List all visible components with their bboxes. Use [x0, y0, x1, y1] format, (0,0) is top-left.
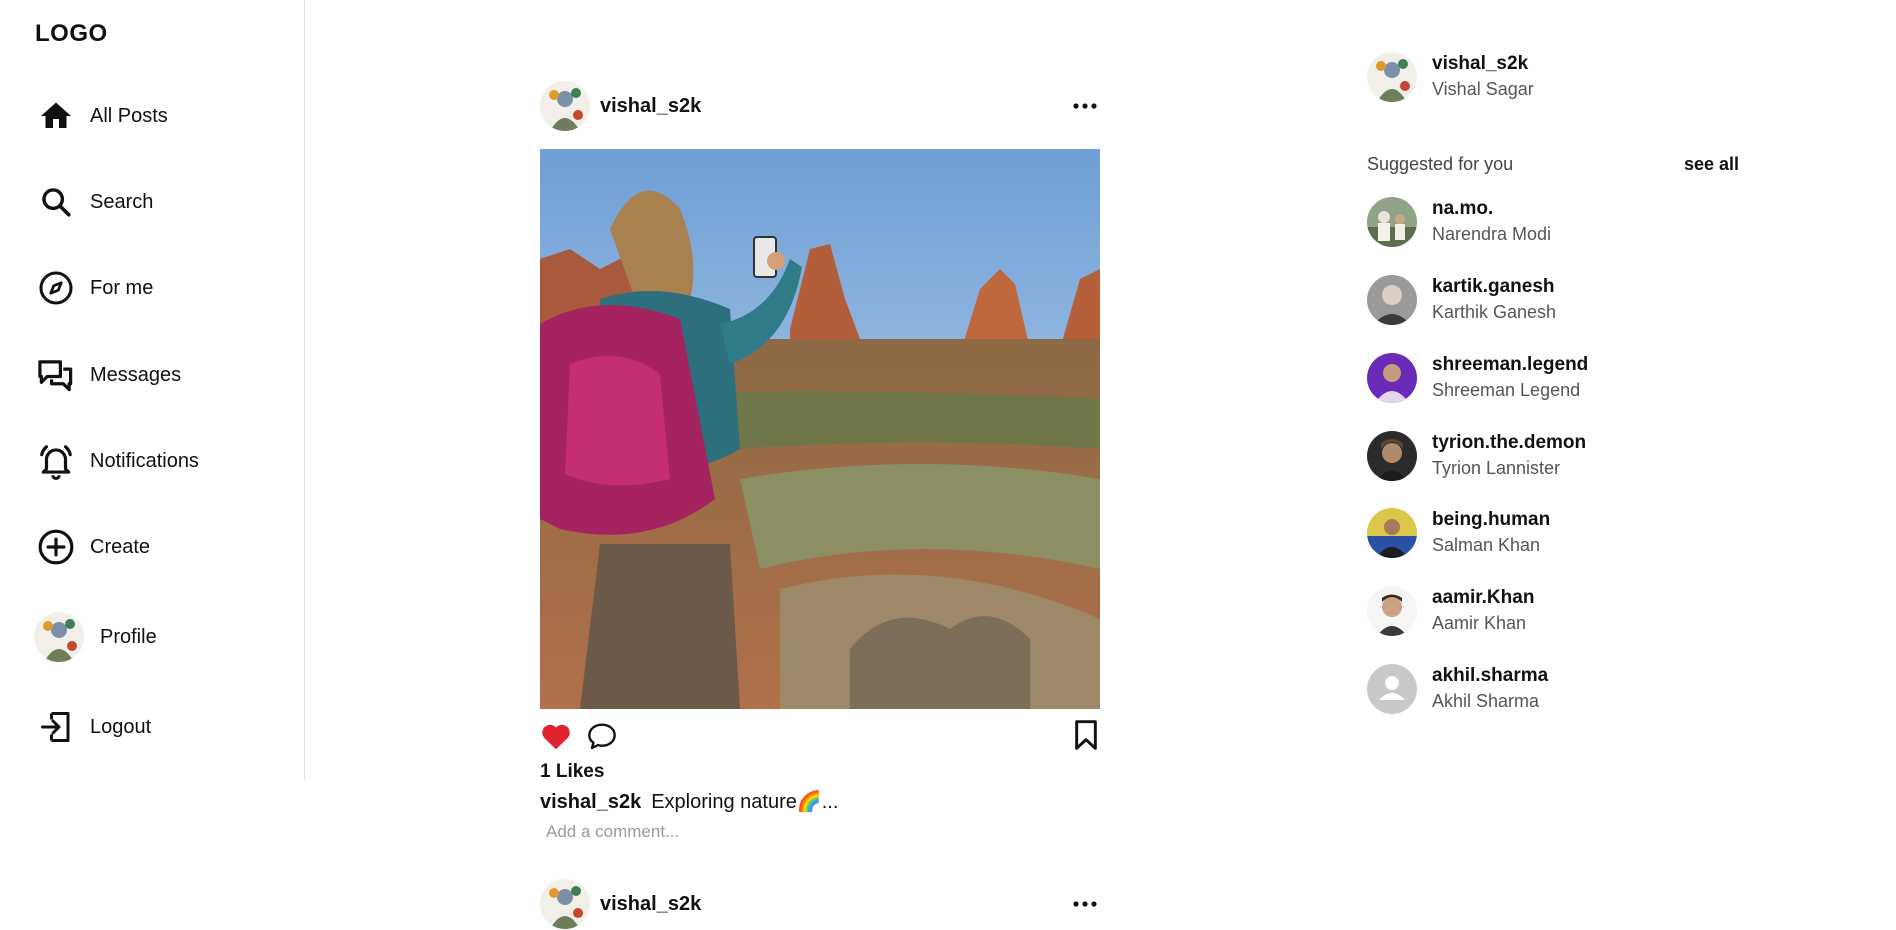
post-card: vishal_s2k — [540, 878, 1100, 930]
suggestion-fullname: Karthik Ganesh — [1432, 302, 1557, 322]
nav-label: Search — [90, 190, 154, 213]
post-actions — [540, 717, 1100, 761]
nav-label: Messages — [90, 363, 182, 386]
messages-icon — [36, 355, 76, 395]
nav-item-for-me[interactable]: For me — [36, 266, 153, 310]
suggestion-fullname: Narendra Modi — [1432, 224, 1552, 244]
nav-item-messages[interactable]: Messages — [36, 353, 181, 397]
bell-icon — [36, 441, 76, 481]
more-icon[interactable] — [1070, 92, 1100, 120]
home-icon — [36, 96, 76, 136]
avatar — [34, 612, 84, 662]
logo[interactable]: LOGO — [35, 20, 108, 48]
current-user[interactable]: vishal_s2k Vishal Sagar — [1367, 52, 1534, 102]
suggestion-item[interactable]: aamir.Khan Aamir Khan — [1367, 586, 1534, 636]
current-fullname: Vishal Sagar — [1432, 79, 1534, 99]
nav-label: All Posts — [90, 104, 168, 127]
avatar — [1367, 52, 1417, 102]
post-caption: vishal_s2k Exploring nature🌈... — [540, 789, 1100, 814]
avatar — [1367, 431, 1417, 481]
suggestion-fullname: Salman Khan — [1432, 535, 1541, 555]
suggestion-fullname: Aamir Khan — [1432, 613, 1527, 633]
heart-icon[interactable] — [540, 721, 572, 756]
suggestion-item[interactable]: na.mo. Narendra Modi — [1367, 197, 1551, 247]
nav-label: Create — [90, 535, 151, 558]
avatar — [1367, 197, 1417, 247]
avatar[interactable] — [540, 879, 590, 929]
avatar[interactable] — [540, 81, 590, 131]
avatar — [1367, 586, 1417, 636]
avatar — [1367, 508, 1417, 558]
nav-label: Profile — [100, 625, 157, 648]
suggestion-username[interactable]: na.mo. — [1432, 197, 1551, 221]
sidebar: LOGO All Posts Search For me Messages No… — [0, 0, 305, 780]
post-card: vishal_s2k — [540, 80, 1100, 842]
post-header: vishal_s2k — [540, 80, 1100, 132]
suggestions-header: Suggested for you see all — [1367, 154, 1739, 175]
nav-label: Logout — [90, 715, 152, 738]
bookmark-icon[interactable] — [1072, 719, 1100, 756]
nav-item-create[interactable]: Create — [36, 525, 150, 569]
compass-icon — [36, 268, 76, 308]
nav-label: For me — [90, 276, 154, 299]
avatar — [1367, 353, 1417, 403]
comment-input[interactable] — [546, 822, 946, 842]
nav-item-search[interactable]: Search — [36, 180, 153, 224]
search-icon — [36, 182, 76, 222]
default-avatar-icon — [1367, 664, 1417, 714]
suggestion-username[interactable]: shreeman.legend — [1432, 353, 1588, 377]
nav-item-profile[interactable]: Profile — [34, 612, 157, 662]
nav-label: Notifications — [90, 449, 199, 472]
nav-item-notifications[interactable]: Notifications — [36, 439, 199, 483]
suggestion-item[interactable]: akhil.sharma Akhil Sharma — [1367, 664, 1548, 714]
post-username[interactable]: vishal_s2k — [600, 893, 701, 916]
nav-item-logout[interactable]: Logout — [36, 705, 151, 749]
suggestion-username[interactable]: tyrion.the.demon — [1432, 431, 1586, 455]
suggestion-item[interactable]: being.human Salman Khan — [1367, 508, 1550, 558]
suggestion-item[interactable]: shreeman.legend Shreeman Legend — [1367, 353, 1588, 403]
suggestion-fullname: Tyrion Lannister — [1432, 458, 1561, 478]
suggestion-username[interactable]: being.human — [1432, 508, 1550, 532]
avatar — [1367, 275, 1417, 325]
post-image[interactable] — [540, 149, 1100, 709]
suggestion-item[interactable]: tyrion.the.demon Tyrion Lannister — [1367, 431, 1586, 481]
comment-icon[interactable] — [586, 721, 618, 756]
suggestion-username[interactable]: aamir.Khan — [1432, 586, 1534, 610]
caption-username[interactable]: vishal_s2k — [540, 791, 641, 813]
suggestion-username[interactable]: kartik.ganesh — [1432, 275, 1556, 299]
post-username[interactable]: vishal_s2k — [600, 95, 701, 118]
suggestion-item[interactable]: kartik.ganesh Karthik Ganesh — [1367, 275, 1556, 325]
likes-count[interactable]: 1 Likes — [540, 761, 1100, 783]
plus-circle-icon — [36, 527, 76, 567]
suggestions-title: Suggested for you — [1367, 154, 1514, 174]
see-all-link[interactable]: see all — [1684, 154, 1739, 175]
caption-text: Exploring nature🌈... — [651, 791, 839, 813]
post-header: vishal_s2k — [540, 878, 1100, 930]
suggestion-username[interactable]: akhil.sharma — [1432, 664, 1548, 688]
suggestion-fullname: Akhil Sharma — [1432, 691, 1540, 711]
current-username[interactable]: vishal_s2k — [1432, 52, 1534, 76]
logout-icon — [36, 707, 76, 747]
suggestion-fullname: Shreeman Legend — [1432, 380, 1581, 400]
nav-item-all-posts[interactable]: All Posts — [36, 94, 168, 138]
